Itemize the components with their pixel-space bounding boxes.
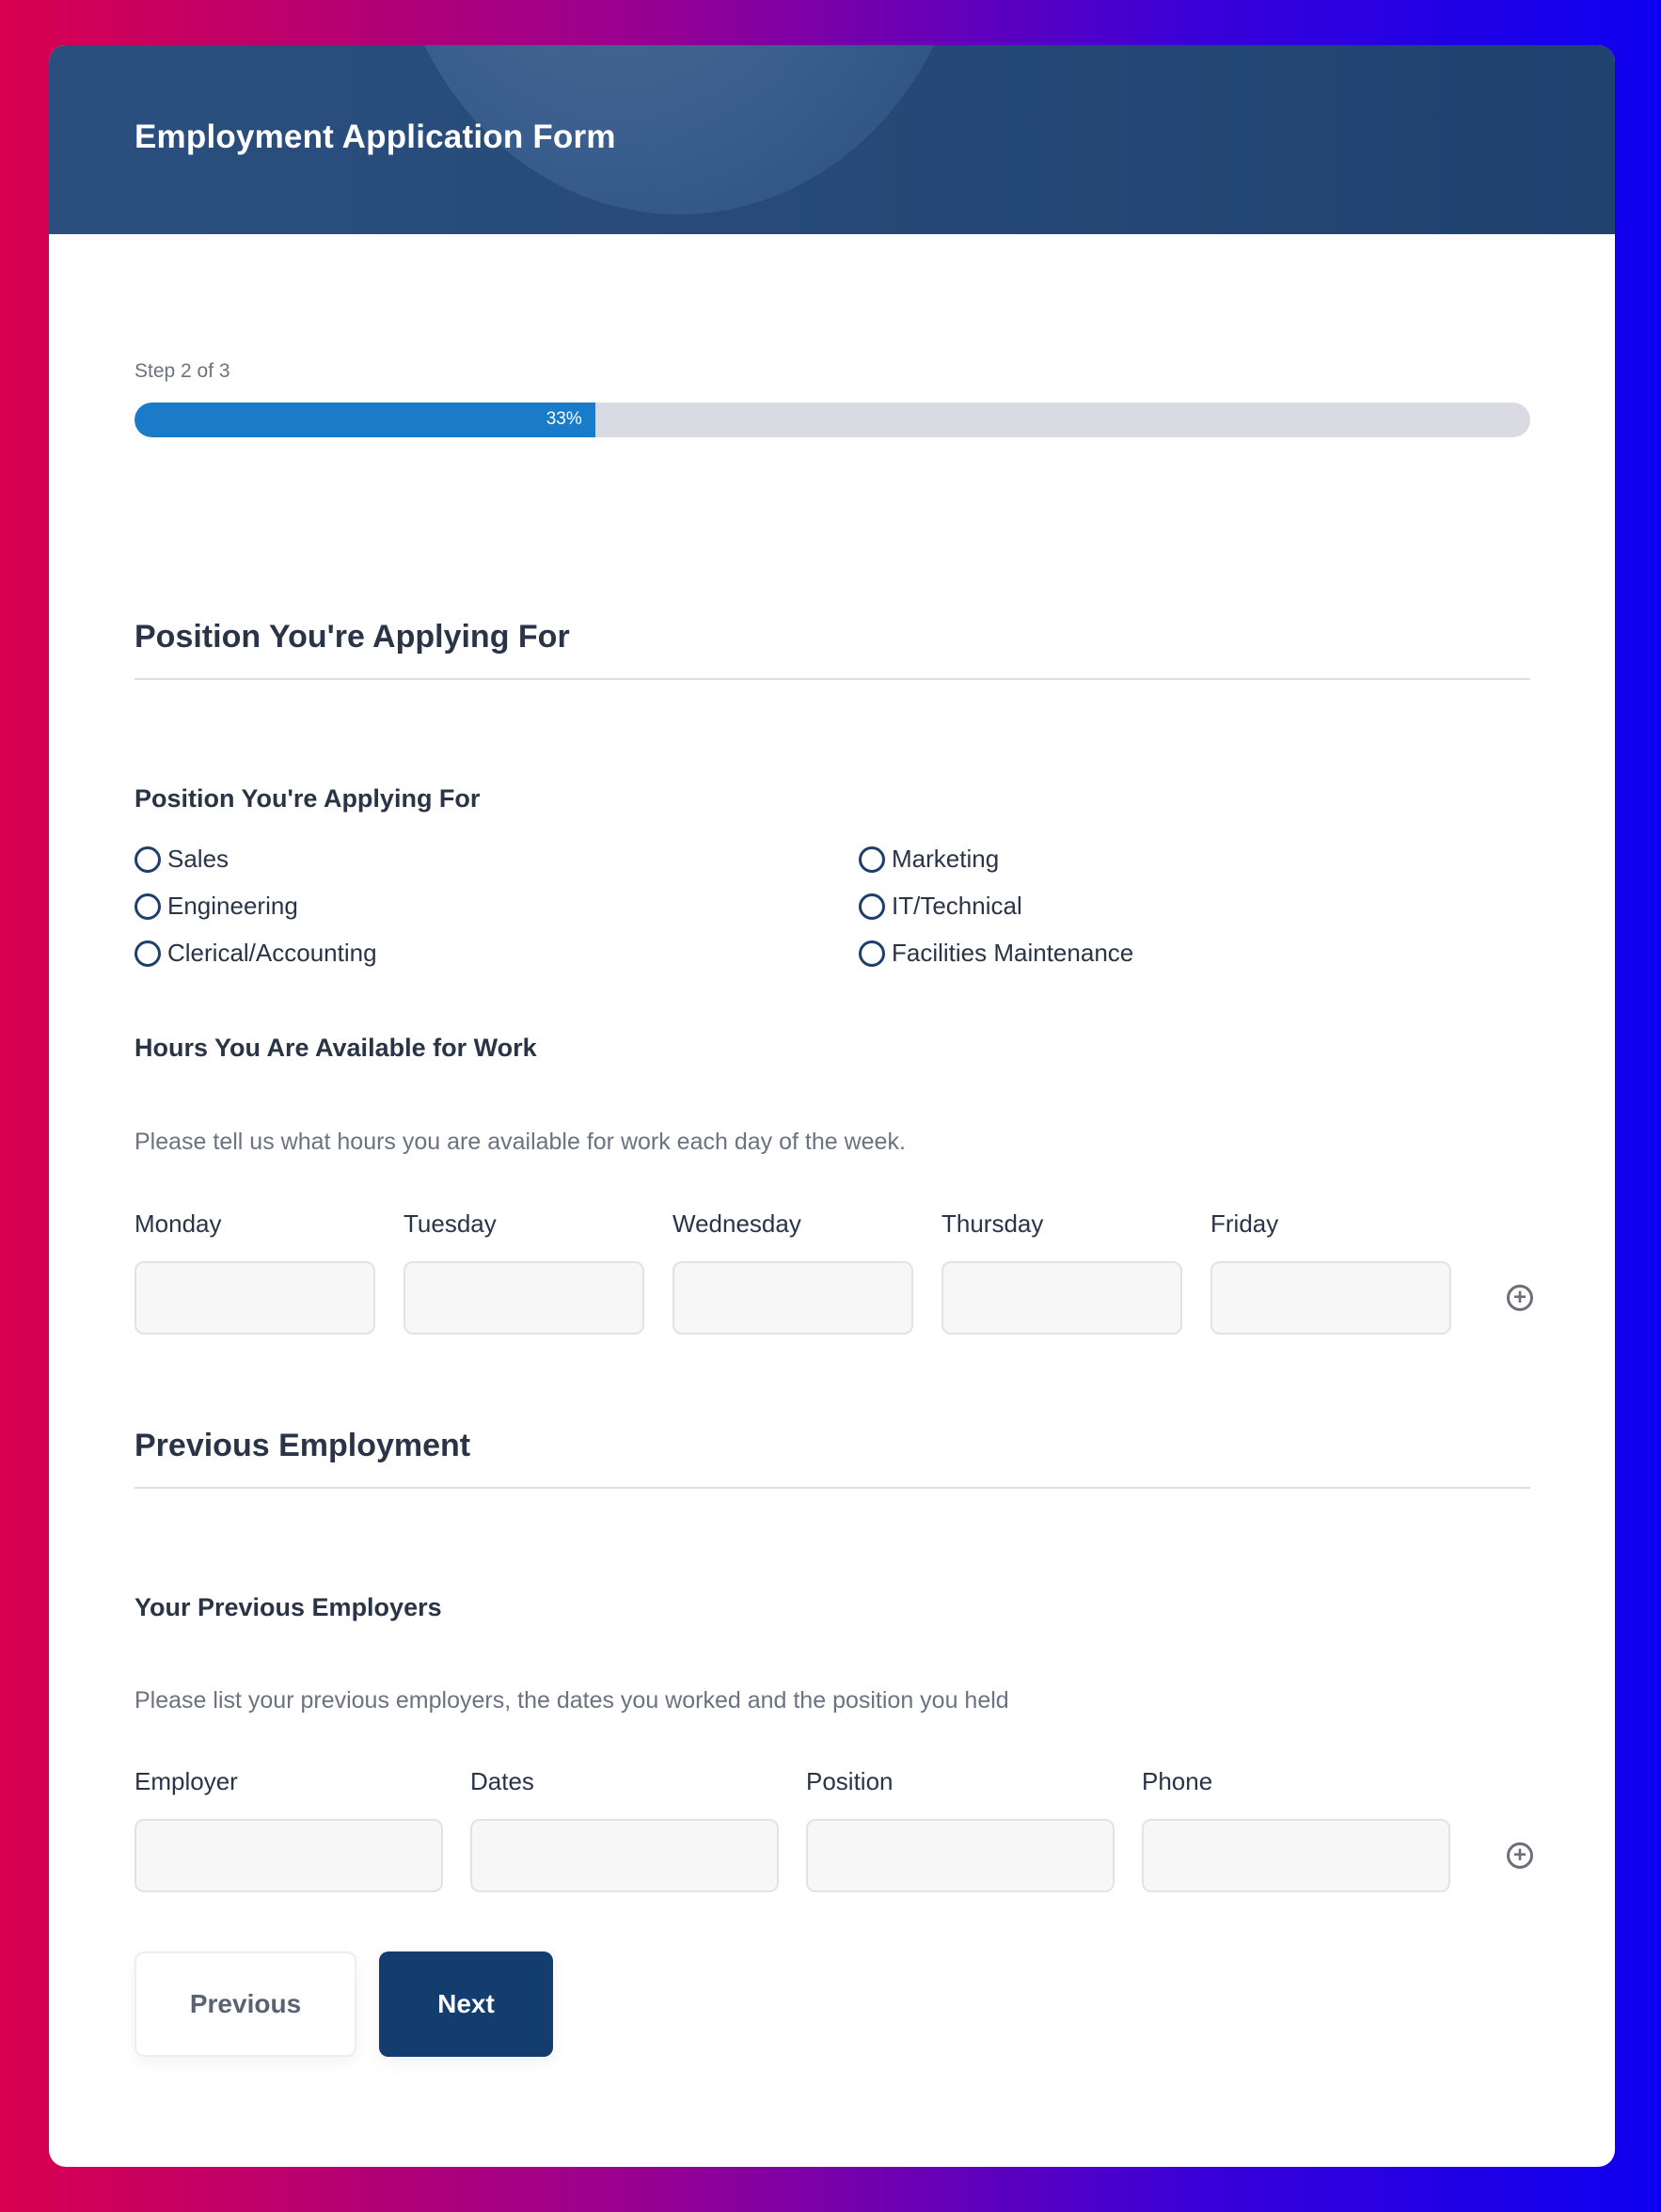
previous-employers-help-text: Please list your previous employers, the… [134,1687,1009,1714]
hours-help-text: Please tell us what hours you are availa… [134,1129,906,1155]
employer-input[interactable] [134,1819,443,1892]
monday-hours-input[interactable] [134,1261,375,1335]
previous-button[interactable]: Previous [134,1951,356,2057]
radio-label: Sales [167,845,229,873]
radio-option-engineering[interactable]: Engineering [134,892,298,921]
radio-option-marketing[interactable]: Marketing [859,845,999,874]
plus-circle-icon[interactable]: + [1507,1842,1533,1869]
position-input[interactable] [806,1819,1115,1892]
next-button[interactable]: Next [379,1951,553,2057]
position-field-label: Position You're Applying For [134,784,481,813]
radio-circle-icon[interactable] [859,845,885,873]
section-title-previous-employment: Previous Employment [134,1428,471,1463]
thursday-hours-input[interactable] [941,1261,1182,1335]
radio-label: Clerical/Accounting [167,939,377,967]
column-label-friday: Friday [1210,1209,1279,1238]
radio-circle-icon[interactable] [134,893,161,920]
tuesday-hours-input[interactable] [403,1261,644,1335]
section-title-position: Position You're Applying For [134,619,570,655]
section-divider [134,678,1530,680]
radio-circle-icon[interactable] [134,845,161,873]
column-label-tuesday: Tuesday [403,1209,497,1238]
progress-bar-fill: 33% [134,403,595,437]
column-label-phone: Phone [1142,1767,1213,1795]
dates-input[interactable] [470,1819,779,1892]
column-label-employer: Employer [134,1767,238,1795]
progress-percent: 33% [546,409,582,429]
friday-hours-input[interactable] [1210,1261,1451,1335]
radio-option-sales[interactable]: Sales [134,845,229,874]
radio-circle-icon[interactable] [859,940,885,967]
step-indicator: Step 2 of 3 [134,360,230,382]
radio-option-clerical-accounting[interactable]: Clerical/Accounting [134,939,377,968]
plus-circle-icon[interactable]: + [1507,1285,1533,1311]
form-card: Employment Application Form Step 2 of 3 … [49,45,1615,2167]
section-divider [134,1487,1530,1489]
column-label-monday: Monday [134,1209,222,1238]
form-header: Employment Application Form [49,45,1615,234]
radio-option-it-technical[interactable]: IT/Technical [859,892,1022,921]
radio-label: IT/Technical [892,892,1022,920]
column-label-thursday: Thursday [941,1209,1044,1238]
radio-label: Marketing [892,845,1000,873]
radio-circle-icon[interactable] [134,940,161,967]
column-label-dates: Dates [470,1767,534,1795]
progress-bar: 33% [134,403,1530,437]
wednesday-hours-input[interactable] [672,1261,913,1335]
column-label-wednesday: Wednesday [672,1209,801,1238]
phone-input[interactable] [1142,1819,1450,1892]
column-label-position: Position [806,1767,894,1795]
radio-option-facilities-maintenance[interactable]: Facilities Maintenance [859,939,1133,968]
form-title: Employment Application Form [134,118,616,155]
radio-circle-icon[interactable] [859,893,885,920]
radio-label: Engineering [167,892,298,920]
previous-employers-field-label: Your Previous Employers [134,1593,442,1621]
radio-label: Facilities Maintenance [892,939,1134,967]
hours-field-label: Hours You Are Available for Work [134,1034,537,1062]
